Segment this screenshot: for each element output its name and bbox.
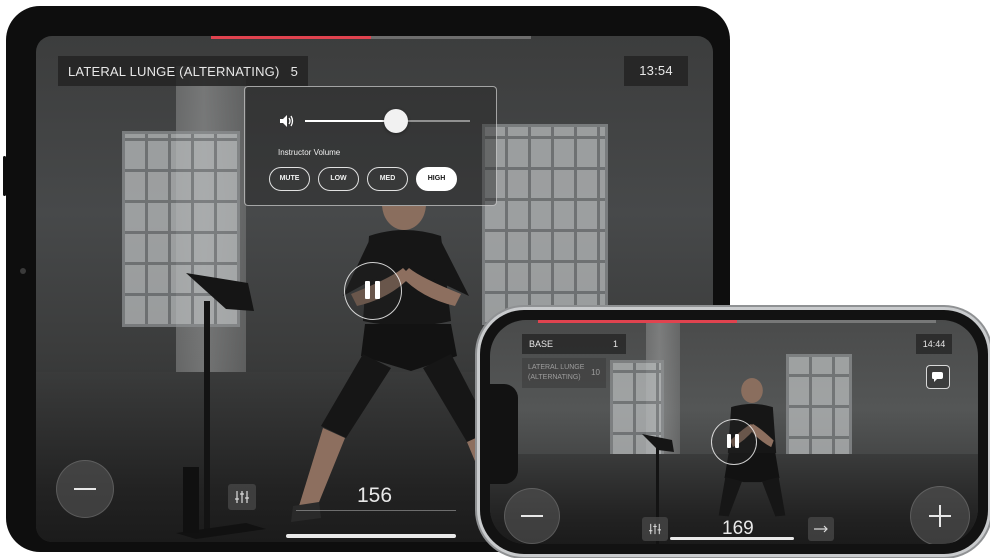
- home-indicator[interactable]: [286, 534, 456, 538]
- chat-icon: [932, 372, 943, 382]
- phone-screen: BASE 1 LATERAL LUNGE (ALTERNATING) 10 14…: [490, 320, 978, 544]
- phone-workout-progress-bar: [538, 320, 936, 323]
- instructor-volume-panel: Instructor Volume MUTE LOW MED HIGH: [244, 86, 497, 206]
- exercise-count: 5: [290, 64, 298, 79]
- phone-settings-button[interactable]: [642, 517, 668, 541]
- exercise-name: LATERAL LUNGE (ALTERNATING): [68, 64, 280, 79]
- settings-button[interactable]: [228, 484, 256, 510]
- volume-slider-fill: [305, 120, 396, 122]
- instructor-volume-label: Instructor Volume: [278, 148, 341, 157]
- volume-slider[interactable]: [305, 109, 470, 133]
- phone-workout-timer: 14:44: [916, 334, 952, 354]
- phone-pause-button[interactable]: [711, 419, 757, 465]
- metric-underline: [296, 510, 456, 511]
- workout-progress-bar: [211, 36, 531, 39]
- volume-mute-button[interactable]: MUTE: [269, 167, 310, 191]
- minus-icon: [521, 515, 543, 517]
- volume-high-button[interactable]: HIGH: [416, 167, 457, 191]
- volume-med-button[interactable]: MED: [367, 167, 408, 191]
- workout-progress-fill: [211, 36, 371, 39]
- tablet-stand: [176, 273, 266, 539]
- next-exercise-box: LATERAL LUNGE (ALTERNATING) 10: [522, 358, 606, 388]
- workout-timer: 13:54: [624, 56, 688, 86]
- chat-button[interactable]: [926, 365, 950, 389]
- section-name: BASE: [529, 339, 554, 349]
- exercise-info-box: LATERAL LUNGE (ALTERNATING) 5: [58, 56, 308, 86]
- pause-button[interactable]: [344, 262, 402, 320]
- phone-section-box: BASE 1: [522, 334, 626, 354]
- next-exercise-line1: LATERAL LUNGE: [528, 364, 585, 371]
- phone-decrease-button[interactable]: [504, 488, 560, 544]
- metric-value: 156: [357, 484, 393, 507]
- tablet-camera: [20, 268, 26, 274]
- next-exercise-count: 10: [591, 368, 600, 377]
- arrow-right-icon: [814, 525, 828, 533]
- volume-slider-thumb[interactable]: [383, 109, 408, 133]
- equalizer-icon: [235, 491, 249, 503]
- section-count: 1: [612, 339, 618, 349]
- phone-workout-progress-fill: [538, 320, 737, 323]
- speaker-icon: [280, 115, 294, 127]
- phone-next-button[interactable]: [808, 517, 834, 541]
- decrease-button[interactable]: [56, 460, 114, 518]
- tablet-side-button: [3, 156, 6, 196]
- equalizer-icon: [649, 523, 661, 535]
- volume-level-options: MUTE LOW MED HIGH: [269, 167, 457, 191]
- phone-notch: [490, 384, 518, 484]
- phone-device: BASE 1 LATERAL LUNGE (ALTERNATING) 10 14…: [480, 310, 988, 554]
- volume-low-button[interactable]: LOW: [318, 167, 359, 191]
- phone-increase-button[interactable]: [910, 486, 970, 544]
- next-exercise-line2: (ALTERNATING): [528, 374, 581, 381]
- phone-home-indicator[interactable]: [670, 537, 794, 540]
- minus-icon: [74, 488, 96, 490]
